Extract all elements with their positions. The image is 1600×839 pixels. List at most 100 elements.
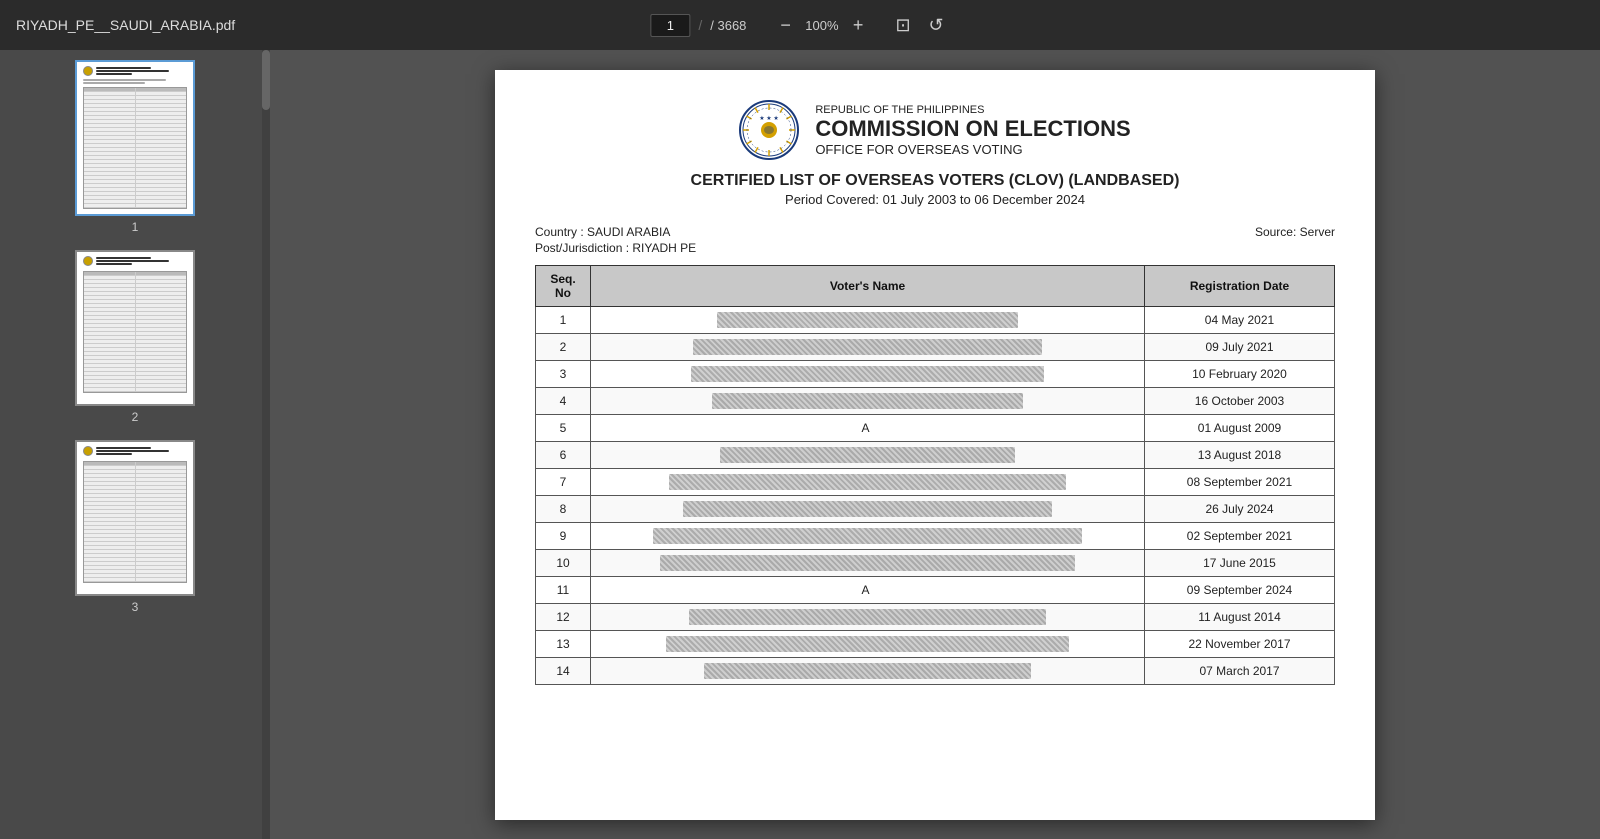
cell-date: 17 June 2015 [1145, 550, 1335, 577]
mini-line [96, 260, 169, 262]
cell-date: 07 March 2017 [1145, 658, 1335, 685]
cell-seq: 1 [536, 307, 591, 334]
cell-name [591, 307, 1145, 334]
mini-line [96, 67, 151, 69]
svg-text:★ ★ ★: ★ ★ ★ [760, 115, 779, 122]
comelec-seal-icon: ★ ★ ★ [739, 100, 799, 160]
cell-seq: 7 [536, 469, 591, 496]
thumbnail-3[interactable] [75, 440, 195, 596]
pdf-viewer: ★ ★ ★ REPUBLIC OF THE PHILIPPINES COMMIS… [270, 50, 1600, 839]
cell-name [591, 442, 1145, 469]
toolbar: RIYADH_PE__SAUDI_ARABIA.pdf / / 3668 − 1… [0, 0, 1600, 50]
office-label: OFFICE FOR OVERSEAS VOTING [815, 142, 1022, 157]
document-page: ★ ★ ★ REPUBLIC OF THE PHILIPPINES COMMIS… [495, 70, 1375, 820]
cell-name [591, 496, 1145, 523]
page-number-input[interactable] [650, 14, 690, 37]
cell-seq: 10 [536, 550, 591, 577]
cell-date: 09 July 2021 [1145, 334, 1335, 361]
cell-seq: 8 [536, 496, 591, 523]
total-pages-label: / 3668 [710, 18, 746, 33]
cell-date: 13 August 2018 [1145, 442, 1335, 469]
cell-date: 08 September 2021 [1145, 469, 1335, 496]
mini-line [96, 257, 151, 259]
zoom-in-button[interactable]: + [847, 12, 870, 38]
table-row: 8 26 July 2024 [536, 496, 1335, 523]
cell-name [591, 550, 1145, 577]
table-row: 9 02 September 2021 [536, 523, 1335, 550]
table-row: 1211 August 2014 [536, 604, 1335, 631]
page-number-1: 1 [132, 220, 139, 234]
cell-name [591, 658, 1145, 685]
table-row: 11A09 September 2024 [536, 577, 1335, 604]
page-separator: / [698, 17, 702, 33]
table-row: 13 22 November 2017 [536, 631, 1335, 658]
cell-date: 22 November 2017 [1145, 631, 1335, 658]
cell-seq: 12 [536, 604, 591, 631]
mini-line [96, 263, 132, 265]
main-area: 1 [0, 50, 1600, 839]
sidebar: 1 [0, 50, 270, 839]
table-row: 4 16 October 2003 [536, 388, 1335, 415]
cell-seq: 14 [536, 658, 591, 685]
fit-page-button[interactable]: ⊡ [889, 12, 916, 38]
cell-date: 26 July 2024 [1145, 496, 1335, 523]
header-top: ★ ★ ★ REPUBLIC OF THE PHILIPPINES COMMIS… [739, 100, 1130, 160]
commission-label: COMMISSION ON ELECTIONS [815, 116, 1130, 142]
table-row: 2 09 July 2021 [536, 334, 1335, 361]
mini-line [96, 453, 132, 455]
sidebar-item-page-3[interactable]: 3 [8, 440, 262, 614]
toolbar-center: / / 3668 − 100% + ⊡ ↺ [650, 12, 949, 38]
cell-seq: 5 [536, 415, 591, 442]
mini-line [96, 70, 169, 72]
mini-line [83, 82, 145, 84]
cell-seq: 2 [536, 334, 591, 361]
table-row: 6 13 August 2018 [536, 442, 1335, 469]
table-row: 5A01 August 2009 [536, 415, 1335, 442]
zoom-out-button[interactable]: − [774, 12, 797, 38]
period-label: Period Covered: 01 July 2003 to 06 Decem… [785, 192, 1085, 207]
cell-seq: 9 [536, 523, 591, 550]
cell-seq: 11 [536, 577, 591, 604]
page-number-3: 3 [132, 600, 139, 614]
rotate-button[interactable]: ↺ [923, 12, 950, 38]
meta-left: Country : SAUDI ARABIA Post/Jurisdiction… [535, 225, 696, 255]
cell-date: 16 October 2003 [1145, 388, 1335, 415]
table-row: 10 17 June 2015 [536, 550, 1335, 577]
mini-logo-2 [83, 256, 93, 266]
cell-seq: 13 [536, 631, 591, 658]
col-seq: Seq. No [536, 266, 591, 307]
cell-date: 10 February 2020 [1145, 361, 1335, 388]
cell-name [591, 631, 1145, 658]
cell-date: 01 August 2009 [1145, 415, 1335, 442]
cell-name [591, 469, 1145, 496]
cell-name: A [591, 415, 1145, 442]
cell-name [591, 604, 1145, 631]
cell-date: 04 May 2021 [1145, 307, 1335, 334]
mini-line [96, 450, 169, 452]
cell-name [591, 361, 1145, 388]
mini-logo-1 [83, 66, 93, 76]
document-header: ★ ★ ★ REPUBLIC OF THE PHILIPPINES COMMIS… [535, 100, 1335, 207]
thumbnail-1[interactable] [75, 60, 195, 216]
sidebar-item-page-1[interactable]: 1 [8, 60, 262, 234]
clov-title: CERTIFIED LIST OF OVERSEAS VOTERS (CLOV)… [691, 172, 1180, 190]
thumbnail-2[interactable] [75, 250, 195, 406]
cell-seq: 4 [536, 388, 591, 415]
jurisdiction-label: Post/Jurisdiction : RIYADH PE [535, 241, 696, 255]
table-row: 1 04 May 2021 [536, 307, 1335, 334]
cell-name: A [591, 577, 1145, 604]
table-header-row: Seq. No Voter's Name Registration Date [536, 266, 1335, 307]
country-label: Country : SAUDI ARABIA [535, 225, 696, 239]
source-label: Source: Server [1255, 225, 1335, 255]
cell-seq: 3 [536, 361, 591, 388]
col-date: Registration Date [1145, 266, 1335, 307]
cell-date: 02 September 2021 [1145, 523, 1335, 550]
sidebar-item-page-2[interactable]: 2 [8, 250, 262, 424]
table-row: 3 10 February 2020 [536, 361, 1335, 388]
cell-seq: 6 [536, 442, 591, 469]
cell-name [591, 523, 1145, 550]
table-row: 14 07 March 2017 [536, 658, 1335, 685]
page-number-2: 2 [132, 410, 139, 424]
mini-line [83, 79, 166, 81]
col-name: Voter's Name [591, 266, 1145, 307]
